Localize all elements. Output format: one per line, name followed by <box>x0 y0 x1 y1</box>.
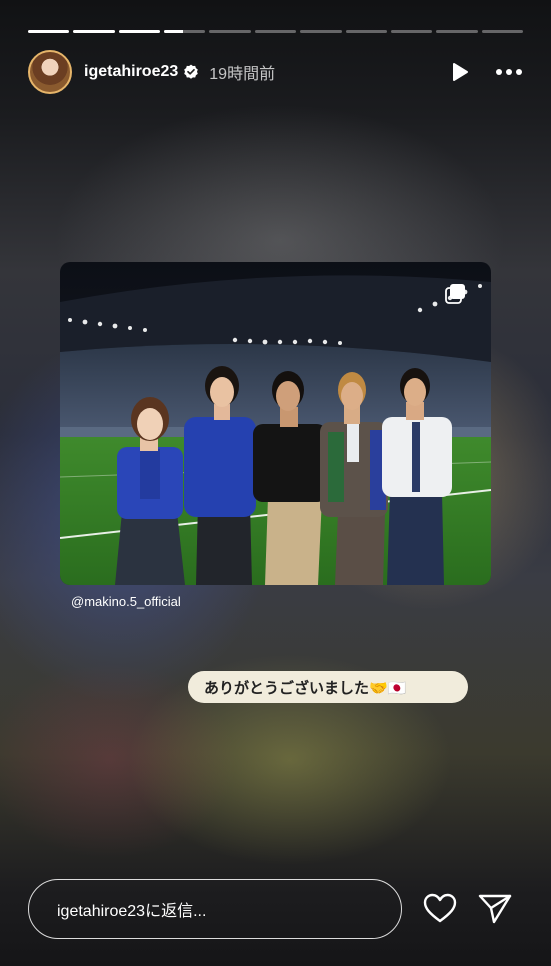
progress-segment <box>254 30 297 33</box>
progress-segment <box>390 30 433 33</box>
progress-segment <box>300 30 342 33</box>
send-icon <box>478 894 512 924</box>
like-button[interactable] <box>423 892 457 931</box>
progress-segment <box>118 30 161 33</box>
progress-segment <box>28 30 70 33</box>
more-options-button[interactable] <box>495 68 523 76</box>
story-header: igetahiroe23 19時間前 <box>28 50 523 94</box>
progress-segment <box>436 30 478 33</box>
progress-segment <box>209 30 251 33</box>
more-options-icon <box>496 69 522 75</box>
username[interactable]: igetahiroe23 <box>84 63 178 81</box>
progress-segment <box>164 30 206 33</box>
share-button[interactable] <box>477 892 513 931</box>
progress-segment <box>481 30 523 33</box>
verified-badge-icon <box>184 64 199 79</box>
avatar[interactable] <box>28 50 72 94</box>
story-viewer: igetahiroe23 19時間前 @makino.5_official あり… <box>0 0 551 966</box>
progress-segment <box>345 30 387 33</box>
play-icon <box>453 63 468 81</box>
multiple-photos-icon <box>445 284 465 304</box>
heart-icon <box>423 893 457 923</box>
story-photo <box>60 262 491 585</box>
story-progress-bar <box>28 30 523 33</box>
progress-segment <box>73 30 115 33</box>
mention-tag[interactable]: @makino.5_official <box>71 594 181 609</box>
play-button[interactable] <box>449 61 471 83</box>
reply-input[interactable]: igetahiroe23に返信... <box>28 879 402 939</box>
post-time: 19時間前 <box>209 66 276 83</box>
text-sticker: ありがとうございました🤝🇯🇵 <box>188 671 468 703</box>
